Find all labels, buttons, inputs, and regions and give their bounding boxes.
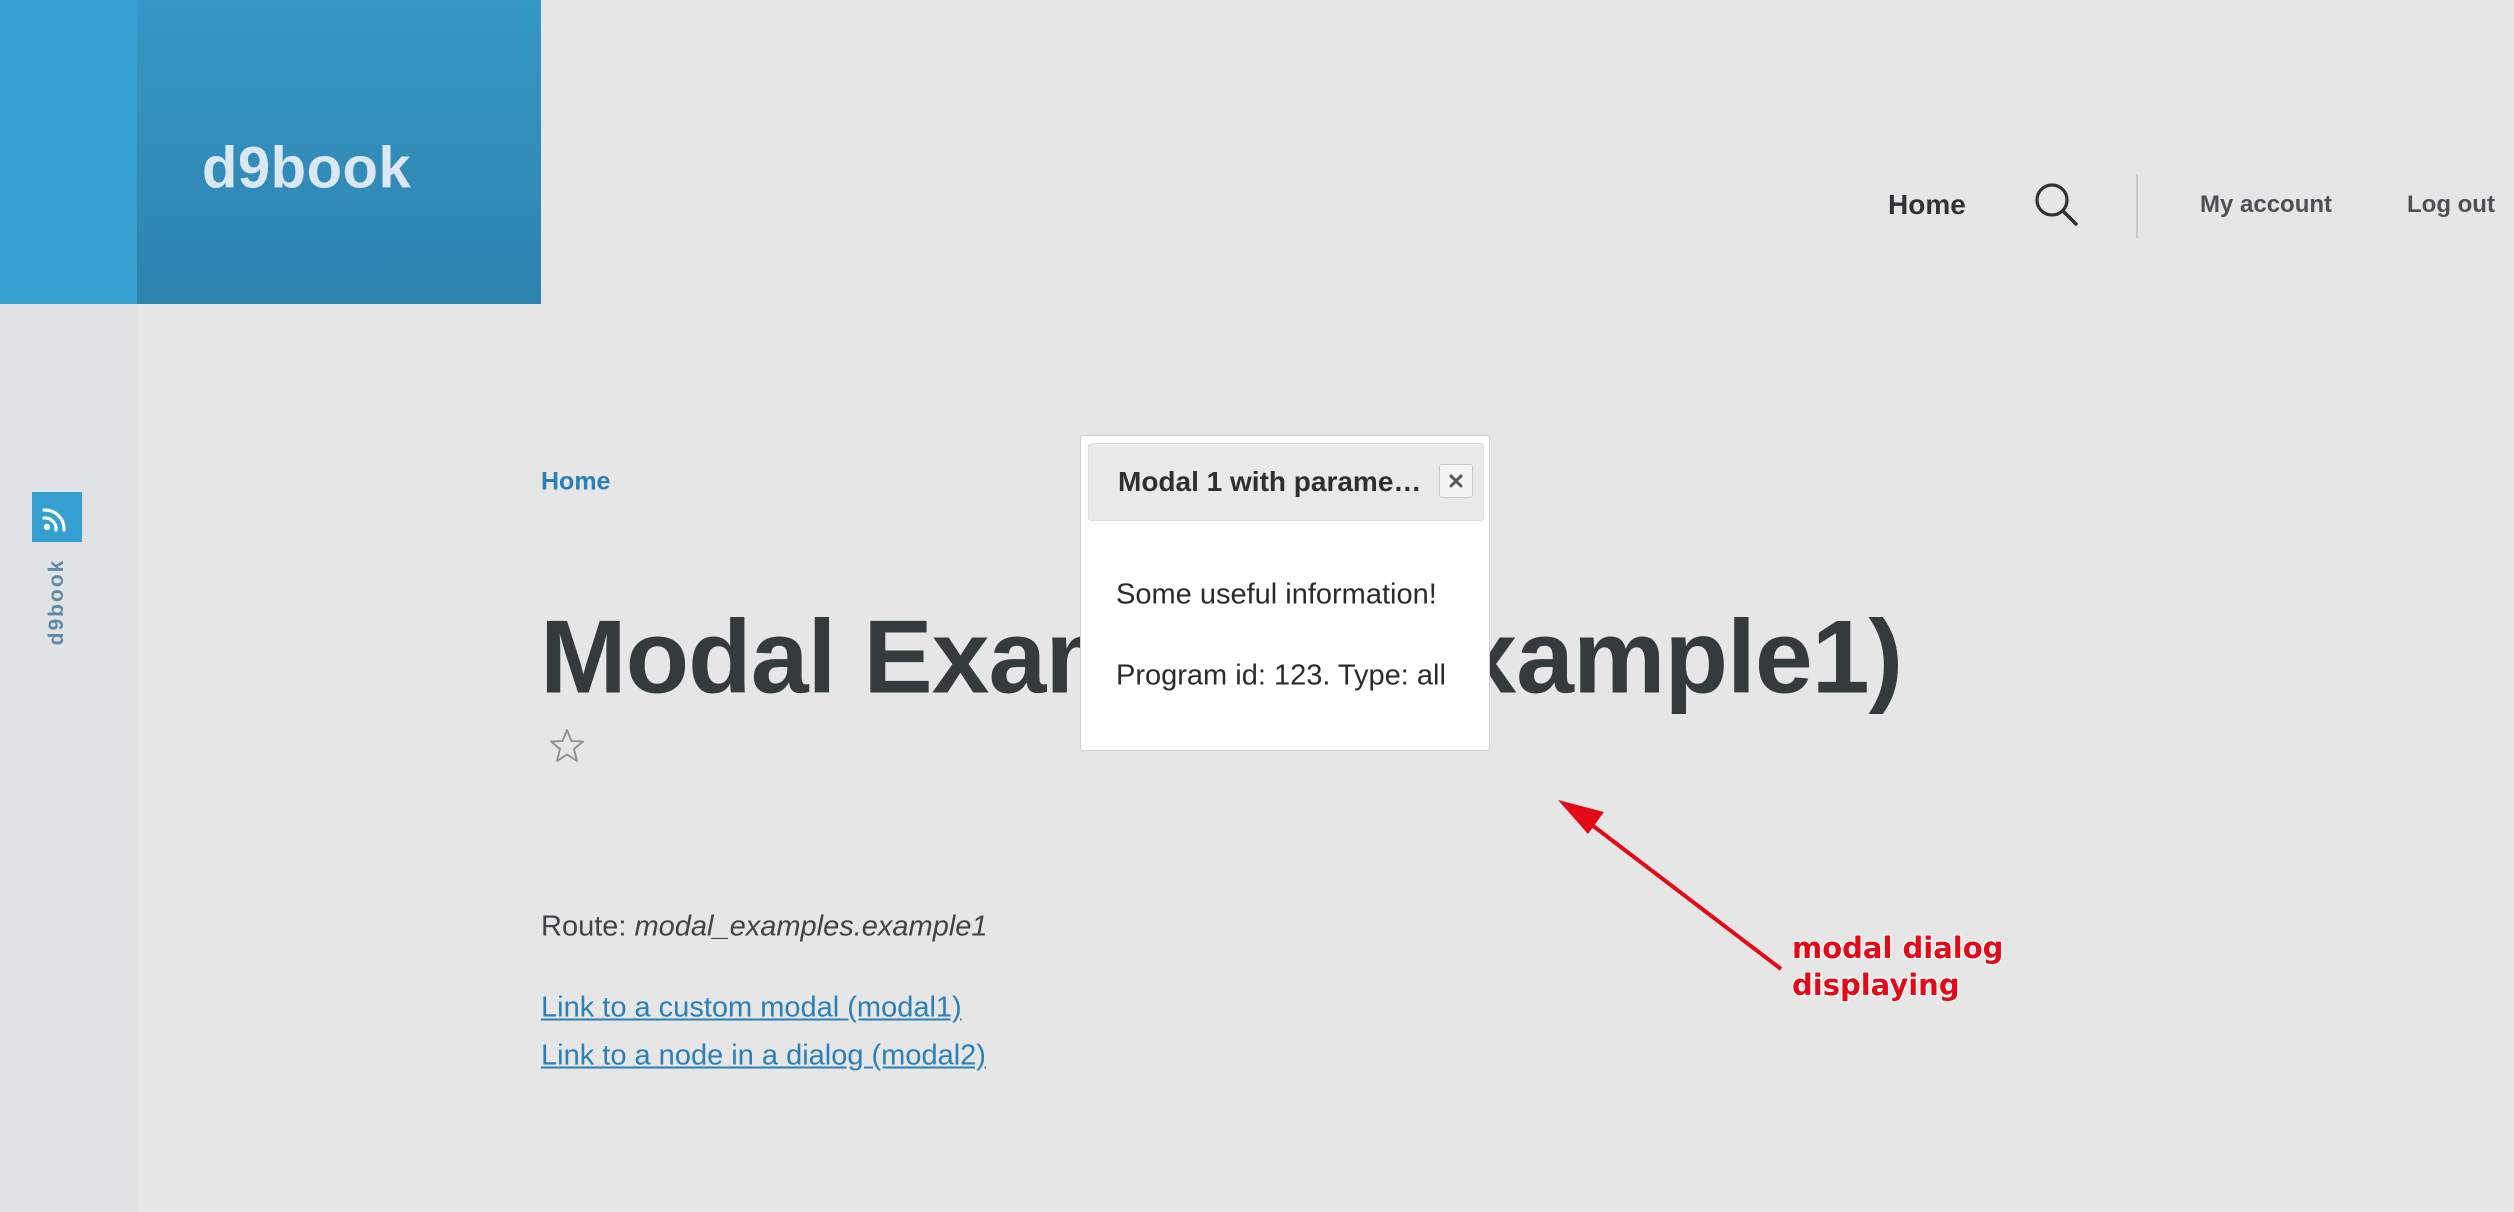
my-account-link[interactable]: My account [2200, 191, 2332, 219]
modal-dialog[interactable]: Modal 1 with parameters Some useful info… [1080, 435, 1490, 751]
modal-title: Modal 1 with parameters [1118, 466, 1428, 497]
site-branding[interactable]: d9book [137, 0, 541, 304]
route-label: Route: [541, 910, 627, 943]
log-out-link[interactable]: Log out [2407, 191, 2495, 219]
nav-divider [2136, 174, 2138, 238]
annotation-label: modal dialog displaying [1792, 930, 2003, 1004]
search-icon[interactable] [2032, 180, 2080, 228]
rail-label: d9book [45, 558, 68, 646]
rail-top-block [0, 0, 137, 304]
node-dialog-link[interactable]: Link to a node in a dialog (modal2) [541, 1040, 986, 1073]
breadcrumb-home-link[interactable]: Home [541, 468, 610, 497]
site-name[interactable]: d9book [202, 135, 411, 202]
nav-home-link[interactable]: Home [1888, 189, 1966, 221]
modal-titlebar[interactable]: Modal 1 with parameters [1088, 443, 1484, 521]
modal-text: Some useful information! [1116, 578, 1437, 611]
route-line: Route: modal_examples.example1 [541, 911, 988, 944]
star-icon[interactable] [548, 727, 586, 765]
close-icon[interactable] [1439, 464, 1473, 498]
custom-modal-link[interactable]: Link to a custom modal (modal1) [541, 992, 962, 1025]
page: d9book d9book Home My account Log out Ho… [0, 0, 2514, 1212]
route-value: modal_examples.example1 [634, 910, 988, 943]
annotation-line: modal dialog [1792, 931, 2004, 965]
modal-text: Program id: 123. Type: all [1116, 659, 1446, 692]
rss-icon[interactable] [32, 492, 82, 542]
annotation-line: displaying [1792, 968, 1960, 1002]
